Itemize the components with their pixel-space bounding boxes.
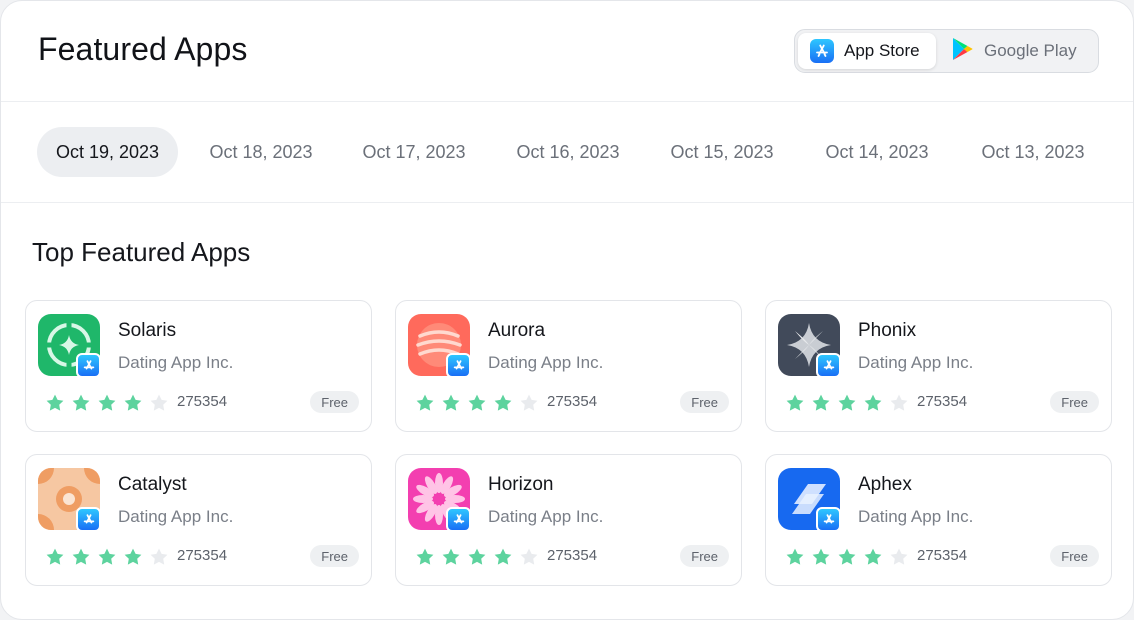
- app-developer: Dating App Inc.: [858, 507, 974, 526]
- star-filled-icon: [442, 394, 460, 411]
- app-card-catalyst[interactable]: Catalyst Dating App Inc. 275354 Free: [25, 454, 372, 586]
- app-card-phonix[interactable]: Phonix Dating App Inc. 275354 Free: [765, 300, 1112, 432]
- star-filled-icon: [416, 548, 434, 565]
- star-filled-icon: [416, 394, 434, 411]
- date-tab-oct-18[interactable]: Oct 18, 2023: [191, 127, 331, 177]
- star-filled-icon: [98, 394, 116, 411]
- star-empty-icon: [150, 548, 168, 565]
- star-filled-icon: [442, 548, 460, 565]
- star-rating: [785, 393, 909, 413]
- app-card-horizon[interactable]: Horizon Dating App Inc. 275354 Free: [395, 454, 742, 586]
- app-store-badge-icon: [76, 507, 101, 532]
- app-name: Phonix: [858, 320, 917, 341]
- star-filled-icon: [812, 394, 830, 411]
- app-store-icon: [810, 39, 834, 63]
- date-tab-oct-13[interactable]: Oct 13, 2023: [963, 127, 1103, 177]
- star-filled-icon: [46, 548, 64, 565]
- date-tab-oct-14[interactable]: Oct 14, 2023: [807, 127, 947, 177]
- app-developer: Dating App Inc.: [118, 507, 234, 526]
- star-filled-icon: [864, 548, 882, 565]
- rating-count: 275354: [547, 393, 598, 410]
- star-filled-icon: [468, 394, 486, 411]
- price-badge: Free: [1050, 545, 1099, 567]
- rating-count: 275354: [547, 547, 598, 564]
- store-toggle: App Store Google Play: [794, 29, 1099, 73]
- app-card-solaris[interactable]: Solaris Dating App Inc. 275354 Free: [25, 300, 372, 432]
- star-filled-icon: [46, 394, 64, 411]
- app-name: Solaris: [118, 320, 177, 341]
- price-badge: Free: [310, 391, 359, 413]
- star-rating: [415, 393, 539, 413]
- star-empty-icon: [520, 394, 538, 411]
- star-filled-icon: [812, 548, 830, 565]
- price-badge: Free: [680, 391, 729, 413]
- page-title: Featured Apps: [38, 31, 248, 67]
- rating-count: 275354: [917, 547, 968, 564]
- star-filled-icon: [468, 548, 486, 565]
- date-tabs: Oct 19, 2023 Oct 18, 2023 Oct 17, 2023 O…: [1, 102, 1133, 203]
- date-tab-oct-15[interactable]: Oct 15, 2023: [652, 127, 792, 177]
- date-tab-oct-16[interactable]: Oct 16, 2023: [498, 127, 638, 177]
- price-badge: Free: [310, 545, 359, 567]
- app-developer: Dating App Inc.: [858, 353, 974, 372]
- star-filled-icon: [72, 394, 90, 411]
- app-store-badge-icon: [816, 507, 841, 532]
- star-empty-icon: [520, 548, 538, 565]
- rating-count: 275354: [177, 547, 228, 564]
- price-badge: Free: [680, 545, 729, 567]
- google-play-icon: [950, 36, 974, 67]
- star-filled-icon: [98, 548, 116, 565]
- star-rating: [45, 393, 169, 413]
- star-filled-icon: [838, 548, 856, 565]
- app-store-button[interactable]: App Store: [798, 33, 936, 69]
- star-filled-icon: [124, 548, 142, 565]
- featured-apps-panel: Featured Apps App Store Google Play Oct …: [0, 0, 1134, 620]
- rating-count: 275354: [917, 393, 968, 410]
- star-empty-icon: [890, 394, 908, 411]
- app-store-badge-icon: [76, 353, 101, 378]
- app-store-badge-icon: [446, 353, 471, 378]
- app-name: Catalyst: [118, 474, 187, 495]
- app-store-badge-icon: [446, 507, 471, 532]
- star-rating: [415, 547, 539, 567]
- star-filled-icon: [864, 394, 882, 411]
- date-tab-oct-19[interactable]: Oct 19, 2023: [37, 127, 178, 177]
- app-name: Horizon: [488, 474, 554, 495]
- star-empty-icon: [150, 394, 168, 411]
- panel-header: Featured Apps App Store Google Play: [1, 1, 1133, 102]
- google-play-label: Google Play: [984, 41, 1077, 60]
- app-name: Aphex: [858, 474, 912, 495]
- app-developer: Dating App Inc.: [488, 353, 604, 372]
- star-filled-icon: [494, 548, 512, 565]
- app-card-aphex[interactable]: Aphex Dating App Inc. 275354 Free: [765, 454, 1112, 586]
- app-name: Aurora: [488, 320, 546, 341]
- price-badge: Free: [1050, 391, 1099, 413]
- google-play-button[interactable]: Google Play: [936, 33, 1077, 69]
- star-empty-icon: [890, 548, 908, 565]
- star-rating: [45, 547, 169, 567]
- star-filled-icon: [838, 394, 856, 411]
- star-filled-icon: [72, 548, 90, 565]
- section-title: Top Featured Apps: [32, 237, 251, 267]
- star-filled-icon: [494, 394, 512, 411]
- star-filled-icon: [786, 394, 804, 411]
- app-developer: Dating App Inc.: [488, 507, 604, 526]
- app-card-aurora[interactable]: Aurora Dating App Inc. 275354 Free: [395, 300, 742, 432]
- star-filled-icon: [124, 394, 142, 411]
- app-developer: Dating App Inc.: [118, 353, 234, 372]
- rating-count: 275354: [177, 393, 228, 410]
- date-tab-oct-17[interactable]: Oct 17, 2023: [344, 127, 484, 177]
- app-store-badge-icon: [816, 353, 841, 378]
- app-store-label: App Store: [844, 41, 920, 60]
- star-filled-icon: [786, 548, 804, 565]
- star-rating: [785, 547, 909, 567]
